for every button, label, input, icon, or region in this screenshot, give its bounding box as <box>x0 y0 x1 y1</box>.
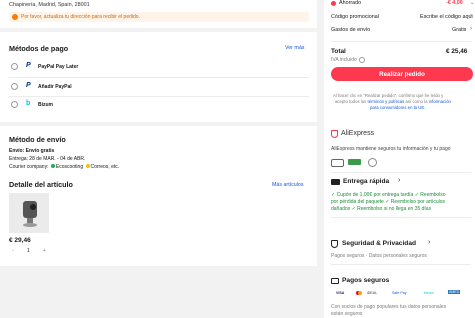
trust-badges <box>331 158 391 167</box>
payment-method-label: Bizum <box>38 102 53 108</box>
shipping-cost-value: Gratis <box>452 27 467 33</box>
aliexpress-brand: AliExpress <box>341 130 375 137</box>
address-line: Chapinería, Madrid, Spain, 28001 <box>9 2 90 8</box>
radio-button[interactable] <box>11 63 18 70</box>
payment-title: Métodos de pago <box>9 44 69 53</box>
total-value: € 25,46 <box>446 48 468 55</box>
delivery-line-3: dañados ✓ Reembolso si no llega en 35 dí… <box>331 206 432 212</box>
shield-icon <box>331 130 338 138</box>
saved-value: -€ 4,00 <box>446 0 463 6</box>
shipping-free: Envío: Envío gratis <box>9 148 55 154</box>
radio-button[interactable] <box>11 83 18 90</box>
saved-label: Ahorrado <box>339 0 362 6</box>
address-warning[interactable]: Por favor, actualiza tu dirección para r… <box>9 12 309 22</box>
iva-note: IVA incluido <box>331 57 357 63</box>
aliexpress-tagline: AliExpress mantiene seguros tu informaci… <box>331 146 451 152</box>
item-thumbnail[interactable] <box>9 193 49 233</box>
secure-payments-line-1: Con socios de pago populares tus datos p… <box>331 304 447 310</box>
order-summary: Ahorrado -€ 4,00 ⌄ Código promocional Es… <box>324 0 475 144</box>
chevron-right-icon[interactable]: › <box>470 13 472 19</box>
item-more-link[interactable]: Más artículos <box>272 182 304 188</box>
quantity-stepper: - 1 + <box>9 247 49 255</box>
correos-icon <box>85 164 90 168</box>
qty-minus-button[interactable]: - <box>12 248 14 254</box>
payment-panel: Métodos de pago Ver más P PayPal Pay Lat… <box>0 32 317 122</box>
payment-card-icon <box>331 278 339 284</box>
paypal-icon: P <box>26 62 31 69</box>
shipping-delivery-date: Entrega: 28 de MAR. - 04 de ABR. <box>9 156 86 162</box>
legal-line-3[interactable]: para consumidores en la UE. <box>370 105 425 110</box>
payment-method-label: Añadir PayPal <box>38 84 72 90</box>
promo-input[interactable]: Escribe el código aqui <box>420 14 473 20</box>
address-warning-text: Por favor, actualiza tu dirección para r… <box>21 14 140 20</box>
security-line: Pagos seguros · Datos personales seguros <box>331 253 427 259</box>
qty-value[interactable]: 1 <box>27 248 30 254</box>
seal-badge-icon <box>368 158 377 167</box>
payment-method-label: PayPal Pay Later <box>38 64 79 70</box>
green-badge-icon <box>348 159 361 165</box>
amex-logo: AMEX <box>448 290 461 294</box>
saved-icon <box>331 1 336 6</box>
payment-method-paypal-later[interactable]: P PayPal Pay Later <box>0 60 317 74</box>
legal-line-1: Al hacer clic en "Realizar pedido", conf… <box>333 93 444 98</box>
terms-link[interactable]: términos y políticas <box>368 99 405 104</box>
shipping-cost-label: Gastos de envío <box>331 27 371 33</box>
shipping-title: Método de envío <box>9 135 66 144</box>
qty-plus-button[interactable]: + <box>43 248 46 254</box>
info-link[interactable]: información <box>429 99 451 104</box>
payment-method-paypal-add[interactable]: P Añadir PayPal <box>0 80 317 94</box>
payment-logos: VISA iDEAL Safe Pay bizum AMEX <box>336 290 471 298</box>
ideal-logo: iDEAL <box>367 291 378 295</box>
ecoscooting-icon <box>50 164 55 168</box>
truck-icon <box>331 179 340 185</box>
chevron-right-icon[interactable]: › <box>398 177 400 184</box>
secure-payments-line-2: están seguros <box>331 311 363 317</box>
visa-logo: VISA <box>336 291 345 295</box>
bizum-logo: bizum <box>424 291 434 295</box>
item-title: Detalle del artículo <box>9 180 73 189</box>
chevron-down-icon[interactable]: ⌄ <box>470 0 474 6</box>
bizum-icon: b <box>26 100 31 107</box>
secure-payments-title: Pagos seguros <box>342 277 390 284</box>
trust-panel: AliExpress AliExpress mantiene seguros t… <box>324 125 475 318</box>
shipping-item-panel: Método de envío Envío: Envío gratis Entr… <box>0 126 317 266</box>
mastercard-logo <box>356 291 362 296</box>
chevron-right-icon[interactable]: › <box>428 239 430 246</box>
paypal-icon: P <box>26 82 31 89</box>
delivery-line-2: por pérdida del paquete ✓ Reembolso por … <box>331 199 445 205</box>
info-icon[interactable] <box>359 57 365 63</box>
security-title[interactable]: Seguridad & Privacidad <box>342 240 416 247</box>
total-label: Total <box>331 48 346 55</box>
payment-method-bizum[interactable]: b Bizum <box>0 98 317 112</box>
address-panel: Chapinería, Madrid, Spain, 28001 Por fav… <box>0 0 317 28</box>
shipping-courier: Courier company: Ecoscooting Correos, et… <box>9 164 120 170</box>
projector-image <box>23 201 37 227</box>
chevron-right-icon[interactable]: › <box>470 26 472 32</box>
place-order-button[interactable]: Realizar pedido <box>331 67 473 81</box>
safepay-logo: Safe Pay <box>392 291 407 295</box>
promo-label: Código promocional <box>331 14 379 20</box>
payment-more-link[interactable]: Ver más <box>285 45 304 51</box>
card-badge-icon <box>331 159 344 167</box>
radio-button[interactable] <box>11 101 18 108</box>
legal-line-2: acepto todos los términos y políticas as… <box>335 99 451 104</box>
delivery-line-1: ✓ Cupón de 1,00€ por entrega tardía ✓ Re… <box>331 192 446 198</box>
item-price: € 29,46 <box>9 237 31 244</box>
lock-shield-icon <box>331 240 338 248</box>
delivery-title[interactable]: Entrega rápida <box>343 178 389 185</box>
warning-icon <box>12 14 18 20</box>
